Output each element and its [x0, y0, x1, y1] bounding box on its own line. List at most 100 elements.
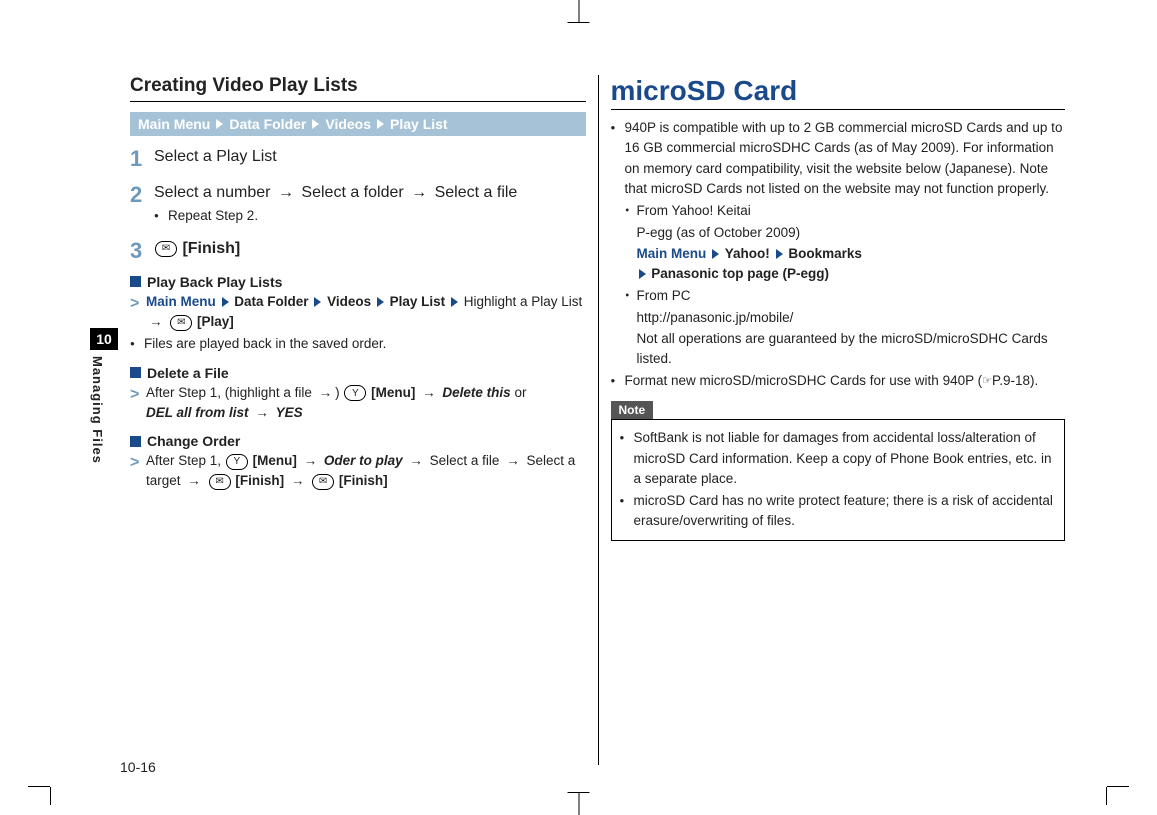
chevron-right-icon — [222, 297, 229, 307]
nav-item: Videos — [325, 116, 371, 132]
arrow-right-icon: → — [506, 453, 520, 468]
chevron-right-icon — [314, 297, 321, 307]
step-2: 2 Select a number → Select a folder → Se… — [130, 182, 586, 228]
menu-label: [Menu] — [371, 385, 415, 400]
pc-note: Not all operations are guaranteed by the… — [611, 329, 1066, 370]
procedure-line: > After Step 1, (highlight a file →) Y [… — [130, 383, 586, 424]
paragraph: 940P is compatible with up to 2 GB comme… — [611, 118, 1066, 199]
finish-label: [Finish] — [339, 473, 388, 488]
step-number: 2 — [130, 182, 154, 208]
source-pc: From PC — [611, 286, 1066, 306]
finish-label: [Finish] — [235, 473, 284, 488]
menu-option: Delete this — [442, 385, 510, 400]
text: ). — [1030, 373, 1038, 388]
mail-key-icon: ✉ — [312, 474, 334, 490]
text-or: or — [514, 385, 526, 400]
chevron-right-icon — [312, 119, 319, 129]
gt-marker-icon: > — [130, 383, 139, 407]
nav-item: Play List — [390, 116, 448, 132]
step-text: Select a number — [154, 184, 271, 201]
arrow-right-icon: → — [304, 453, 318, 468]
subsection-title: Change Order — [147, 433, 240, 449]
nav-item: Yahoo! — [725, 246, 770, 261]
crop-mark-corner-bl — [28, 771, 62, 805]
chapter-number: 10 — [90, 328, 118, 350]
chevron-right-icon — [377, 297, 384, 307]
crop-mark-top — [578, 0, 579, 22]
step-number: 1 — [130, 146, 154, 172]
mail-key-icon: ✉ — [170, 315, 192, 331]
page-content: Creating Video Play Lists Main Menu Data… — [120, 75, 1075, 765]
nav-item: Data Folder — [229, 116, 306, 132]
note-item: SoftBank is not liable for damages from … — [620, 428, 1057, 489]
step-text: Select a Play List — [154, 146, 586, 168]
breadcrumb-nav: Main Menu Data Folder Videos Play List — [130, 112, 586, 136]
square-bullet-icon — [130, 367, 141, 378]
gt-marker-icon: > — [130, 451, 139, 475]
step-1: 1 Select a Play List — [130, 146, 586, 172]
yahoo-subtext: P-egg (as of October 2009) — [611, 223, 1066, 243]
subsection-title: Delete a File — [147, 365, 229, 381]
step-text: Select a file — [435, 184, 518, 201]
note-box: SoftBank is not liable for damages from … — [611, 419, 1066, 540]
procedure-text: After Step 1, (highlight a file — [146, 385, 312, 400]
menu-option: YES — [276, 405, 303, 420]
section-label: Managing Files — [90, 356, 105, 464]
nav-item: Panasonic top page (P-egg) — [651, 266, 829, 281]
chevron-right-icon — [377, 119, 384, 129]
note-text: Files are played back in the saved order… — [130, 334, 586, 354]
step-3: 3 ✉ [Finish] — [130, 238, 586, 264]
crop-mark-corner-br — [1095, 771, 1129, 805]
square-bullet-icon — [130, 276, 141, 287]
chevron-right-icon — [712, 249, 719, 259]
procedure-text: After Step 1, — [146, 453, 221, 468]
text: Format new microSD/microSDHC Cards for u… — [625, 373, 983, 388]
menu-option: Oder to play — [324, 453, 403, 468]
arrow-right-icon: → — [255, 405, 269, 420]
nav-item: Videos — [327, 294, 371, 309]
y-key-icon: Y — [344, 385, 366, 401]
menu-label: [Menu] — [253, 453, 297, 468]
left-column: Creating Video Play Lists Main Menu Data… — [120, 75, 598, 765]
arrow-right-icon: → — [409, 453, 423, 468]
chevron-right-icon — [451, 297, 458, 307]
mail-key-icon: ✉ — [209, 474, 231, 490]
chevron-right-icon — [639, 269, 646, 279]
arrow-right-icon: → — [411, 184, 427, 201]
nav-item: Main Menu — [138, 116, 210, 132]
gt-marker-icon: > — [130, 292, 139, 316]
procedure-text: Select a file — [430, 453, 500, 468]
procedure-line: > Main Menu Data Folder Videos Play List… — [130, 292, 586, 333]
arrow-right-icon: → — [149, 314, 163, 329]
arrow-right-icon: → — [422, 385, 436, 400]
square-bullet-icon — [130, 436, 141, 447]
page-number: 10-16 — [120, 759, 156, 775]
right-column: microSD Card 940P is compatible with up … — [598, 75, 1076, 765]
chevron-right-icon — [216, 119, 223, 129]
paragraph: Format new microSD/microSDHC Cards for u… — [611, 371, 1066, 391]
note-label: Note — [611, 401, 654, 419]
nav-item: Main Menu — [146, 294, 216, 309]
y-key-icon: Y — [226, 454, 248, 470]
step-label: [Finish] — [182, 240, 240, 257]
arrow-right-icon: → — [278, 184, 294, 201]
chevron-right-icon — [776, 249, 783, 259]
pc-url: http://panasonic.jp/mobile/ — [611, 308, 1066, 328]
arrow-right-icon: → — [291, 473, 305, 488]
note-item: microSD Card has no write protect featur… — [620, 491, 1057, 532]
left-heading: Creating Video Play Lists — [130, 75, 586, 102]
action-label: [Play] — [197, 314, 234, 329]
subsection-delete-file: Delete a File — [130, 365, 586, 381]
nav-item: Data Folder — [234, 294, 308, 309]
pointing-hand-icon: ☞ — [982, 373, 992, 390]
arrow-right-icon: → — [319, 385, 333, 400]
right-title: microSD Card — [611, 75, 1066, 110]
subsection-change-order: Change Order — [130, 433, 586, 449]
source-yahoo: From Yahoo! Keitai — [611, 201, 1066, 221]
mail-key-icon: ✉ — [155, 241, 177, 257]
procedure-text: Highlight a Play List — [464, 294, 583, 309]
nav-line: Main Menu Yahoo! Bookmarks Panasonic top… — [611, 244, 1066, 285]
step-note: Repeat Step 2. — [154, 206, 586, 226]
nav-item: Main Menu — [637, 246, 707, 261]
step-number: 3 — [130, 238, 154, 264]
